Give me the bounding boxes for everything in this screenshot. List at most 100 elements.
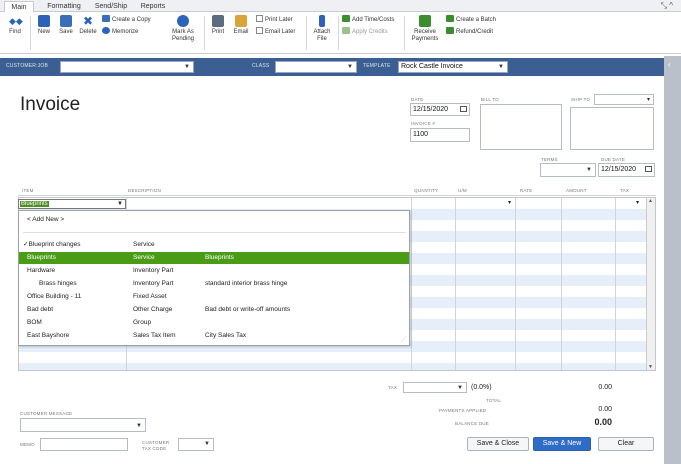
window-controls[interactable]: ⤡ ^ xyxy=(661,1,673,11)
tax-item-select[interactable]: ▼ xyxy=(403,382,467,393)
save-button[interactable]: Save xyxy=(56,15,76,36)
item-description: City Sales Tax xyxy=(205,332,247,339)
tab-send-ship[interactable]: Send/Ship xyxy=(92,1,130,12)
class-label: CLASS xyxy=(252,63,270,69)
customer-bar: CUSTOMER:JOB ▼ CLASS ▼ TEMPLATE Rock Cas… xyxy=(0,58,664,76)
list-item[interactable]: BOM Group xyxy=(19,317,409,329)
email-button[interactable]: Email xyxy=(230,15,252,36)
customer-tax-code-select[interactable]: ▼ xyxy=(178,438,214,451)
list-item[interactable]: ✓Blueprint changes Service xyxy=(19,239,409,251)
refund-credit-button[interactable]: Refund/Credit xyxy=(446,27,493,37)
list-item[interactable]: Office Building - 11 Fixed Asset xyxy=(19,291,409,303)
item-description: Bad debt or write-off amounts xyxy=(205,306,291,313)
create-copy-button[interactable]: Create a Copy xyxy=(102,15,151,25)
chevron-down-icon: ▼ xyxy=(347,64,353,70)
terms-select[interactable]: ▼ xyxy=(540,163,596,177)
print-later-checkbox[interactable]: Print Later xyxy=(256,15,293,25)
chevron-down-icon[interactable]: ▼ xyxy=(117,200,123,208)
memo-input[interactable] xyxy=(40,438,128,451)
receive-payments-label: Receive Payments xyxy=(411,29,439,42)
save-new-button[interactable]: Save & New xyxy=(533,437,591,451)
scroll-down-icon[interactable]: ▼ xyxy=(648,364,653,370)
list-item[interactable]: Hardware Inventory Part xyxy=(19,265,409,277)
apply-credits-button[interactable]: Apply Credits xyxy=(342,27,388,37)
class-select[interactable]: ▼ xyxy=(275,61,357,73)
column-header-um[interactable]: U/M xyxy=(458,188,467,193)
invoice-number-value: 1100 xyxy=(413,131,429,138)
template-select[interactable]: Rock Castle Invoice ▼ xyxy=(398,61,508,73)
list-item[interactable]: Bad debt Other Charge Bad debt or write-… xyxy=(19,304,409,316)
item-name: Office Building - 11 xyxy=(27,293,82,300)
tab-reports[interactable]: Reports xyxy=(138,1,168,12)
delete-label: Delete xyxy=(79,29,97,35)
customer-job-select[interactable]: ▼ xyxy=(60,61,194,73)
find-button[interactable]: ◆◆ Find xyxy=(6,15,24,36)
print-button[interactable]: Print xyxy=(208,15,228,36)
ship-to-select[interactable]: ▾ xyxy=(594,94,654,105)
attach-file-label: Attach File xyxy=(313,29,331,42)
item-name: Hardware xyxy=(27,267,56,274)
list-item-selected[interactable]: Blueprints Service Blueprints xyxy=(19,252,409,264)
balance-due-label: BALANCE DUE xyxy=(455,421,489,426)
column-header-tax[interactable]: TAX xyxy=(620,188,629,193)
attach-file-button[interactable]: Attach File xyxy=(310,15,334,43)
column-header-rate[interactable]: RATE xyxy=(520,188,532,193)
item-name: Brass hinges xyxy=(39,280,77,287)
chevron-down-icon: ▾ xyxy=(646,97,650,103)
add-time-costs-button[interactable]: Add Time/Costs xyxy=(342,15,394,25)
column-header-description[interactable]: DESCRIPTION xyxy=(128,188,161,193)
delete-button[interactable]: ✖ Delete xyxy=(78,15,98,36)
due-date-field[interactable]: 12/15/2020 xyxy=(598,163,655,177)
bill-to-label: BILL TO xyxy=(481,97,499,102)
total-label: TOTAL xyxy=(486,398,502,403)
calendar-icon[interactable] xyxy=(460,106,467,112)
divider xyxy=(306,16,307,50)
receive-payments-button[interactable]: Receive Payments xyxy=(408,15,442,43)
scroll-up-icon[interactable]: ▲ xyxy=(648,198,653,204)
column-header-quantity[interactable]: QUANTITY xyxy=(414,188,438,193)
column-divider xyxy=(561,198,562,370)
calendar-icon[interactable] xyxy=(645,166,652,172)
date-field[interactable]: 12/15/2020 xyxy=(410,103,470,116)
save-close-button[interactable]: Save & Close xyxy=(467,437,529,451)
chevron-down-icon: ▼ xyxy=(136,423,142,429)
due-date-label: DUE DATE xyxy=(601,157,626,162)
customer-message-select[interactable]: ▼ xyxy=(20,418,146,432)
create-batch-button[interactable]: Create a Batch xyxy=(446,15,496,25)
memorize-button[interactable]: Memorize xyxy=(102,27,138,37)
list-item[interactable]: Brass hinges Inventory Part standard int… xyxy=(19,278,409,290)
email-later-checkbox[interactable]: Email Later xyxy=(256,27,295,37)
delete-icon: ✖ xyxy=(82,14,94,28)
history-panel-toggle[interactable]: ‹ xyxy=(664,56,681,464)
new-button[interactable]: New xyxy=(34,15,54,36)
tab-formatting[interactable]: Formatting xyxy=(44,1,84,12)
create-copy-label: Create a Copy xyxy=(112,17,151,23)
pending-icon xyxy=(177,15,189,27)
ship-to-field[interactable] xyxy=(570,107,654,150)
new-label: New xyxy=(37,29,50,35)
tax-dropdown-arrow[interactable]: ▾ xyxy=(636,199,639,206)
invoice-number-field[interactable]: 1100 xyxy=(410,128,470,142)
um-dropdown-arrow[interactable]: ▾ xyxy=(508,199,511,206)
memorize-icon xyxy=(102,27,110,34)
item-type: Service xyxy=(133,241,155,248)
customer-message-label: CUSTOMER MESSAGE xyxy=(20,411,73,416)
column-header-item[interactable]: ITEM xyxy=(22,188,34,193)
item-input[interactable]: Blueprints ▼ xyxy=(18,199,126,209)
save-label: Save xyxy=(59,29,73,35)
column-header-amount[interactable]: AMOUNT xyxy=(566,188,587,193)
mark-pending-button[interactable]: Mark As Pending xyxy=(166,15,200,43)
grid-scrollbar[interactable]: ▲ ▼ xyxy=(646,198,655,370)
bill-to-field[interactable] xyxy=(480,104,562,150)
list-item[interactable]: East Bayshore Sales Tax Item City Sales … xyxy=(19,330,409,342)
tab-main[interactable]: Main xyxy=(4,1,34,12)
item-description: standard interior brass hinge xyxy=(205,280,288,287)
balance-due-value: 0.00 xyxy=(594,417,612,427)
chevron-down-icon: ▼ xyxy=(586,167,592,173)
resize-grip-icon[interactable]: ⋰ xyxy=(401,336,407,343)
clear-button[interactable]: Clear xyxy=(598,437,654,451)
due-date-value: 12/15/2020 xyxy=(601,166,637,173)
column-divider xyxy=(411,198,412,370)
add-new-item-option[interactable]: < Add New > xyxy=(19,214,409,226)
item-type: Inventory Part xyxy=(133,267,174,274)
